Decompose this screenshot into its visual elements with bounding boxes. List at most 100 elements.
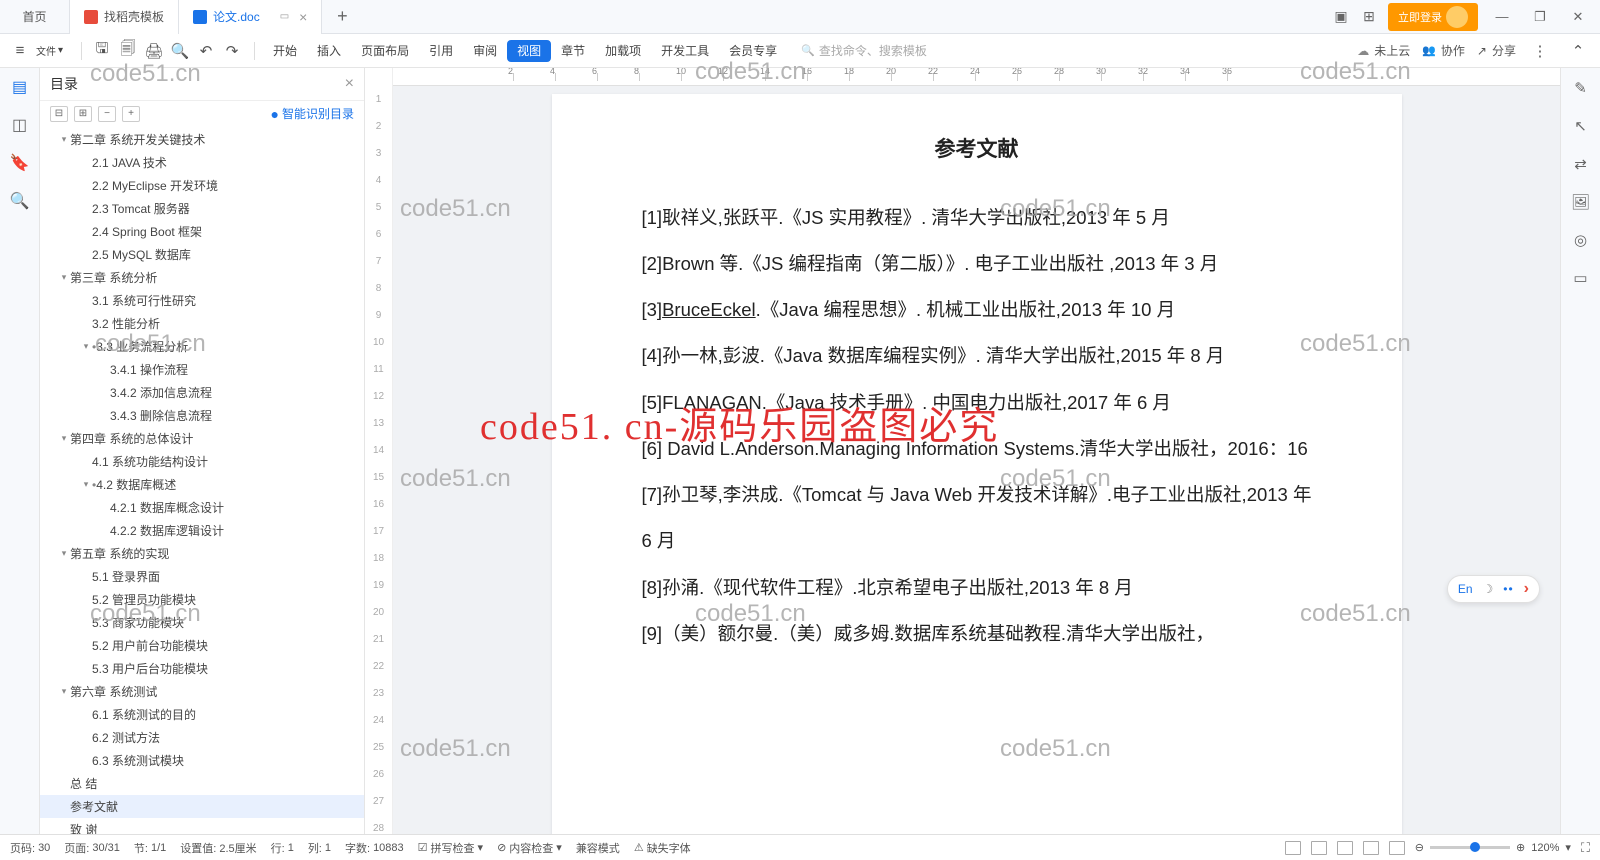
outline-item[interactable]: 3.4.1 操作流程 xyxy=(40,358,364,381)
zoom-slider[interactable] xyxy=(1430,846,1510,849)
outline-item[interactable]: 5.2 用户前台功能模块 xyxy=(40,634,364,657)
outline-minus-btn[interactable]: − xyxy=(98,106,116,122)
tab-dropdown-icon[interactable]: ▭ xyxy=(280,11,289,22)
sb-col[interactable]: 列: 1 xyxy=(308,840,331,856)
next-arrow-icon[interactable]: › xyxy=(1524,580,1529,598)
outline-plus-btn[interactable]: + xyxy=(122,106,140,122)
read-icon[interactable]: ▭ xyxy=(1571,268,1591,288)
outline-tab-icon[interactable]: ▤ xyxy=(9,76,31,98)
tab-document[interactable]: 论文.doc ▭ × xyxy=(179,0,322,34)
sb-missing[interactable]: ⚠ 缺失字体 xyxy=(634,840,691,856)
cloud-status[interactable]: 未上云 xyxy=(1357,42,1410,59)
outline-item[interactable]: 致 谢 xyxy=(40,818,364,834)
sb-page[interactable]: 页码: 30 xyxy=(10,840,50,856)
save-icon[interactable]: 🖫 xyxy=(90,39,114,63)
outline-item[interactable]: 5.3 用户后台功能模块 xyxy=(40,657,364,680)
menu-审阅[interactable]: 审阅 xyxy=(463,34,507,68)
select-icon[interactable]: ↖ xyxy=(1571,116,1591,136)
outline-item[interactable]: 3.4.3 删除信息流程 xyxy=(40,404,364,427)
maximize-button[interactable]: ❐ xyxy=(1526,9,1554,25)
outline-item[interactable]: 6.3 系统测试模块 xyxy=(40,749,364,772)
share-button[interactable]: 分享 xyxy=(1477,42,1516,59)
outline-item[interactable]: 5.1 登录界面 xyxy=(40,565,364,588)
outline-item[interactable]: 6.1 系统测试的目的 xyxy=(40,703,364,726)
menu-页面布局[interactable]: 页面布局 xyxy=(351,34,419,68)
print-icon[interactable]: 🖨 xyxy=(142,39,166,63)
view-mode-5-icon[interactable] xyxy=(1389,841,1405,855)
menu-加载项[interactable]: 加载项 xyxy=(595,34,651,68)
outline-item[interactable]: 3.2 性能分析 xyxy=(40,312,364,335)
chevron-down-icon[interactable]: ▾ xyxy=(58,134,70,145)
sb-set[interactable]: 设置值: 2.5厘米 xyxy=(180,840,256,856)
outline-item[interactable]: 2.4 Spring Boot 框架 xyxy=(40,220,364,243)
chevron-down-icon[interactable]: ▾ xyxy=(80,341,92,352)
search-tab-icon[interactable]: 🔍 xyxy=(9,190,31,212)
outline-item[interactable]: ▾• 4.2 数据库概述 xyxy=(40,473,364,496)
chevron-down-icon[interactable]: ▾ xyxy=(58,433,70,444)
assets-icon[interactable]: 🖼 xyxy=(1571,192,1591,212)
zoom-control[interactable]: ⊖ ⊕ 120% ▾ xyxy=(1415,841,1571,854)
sb-row[interactable]: 行: 1 xyxy=(271,840,294,856)
saveas-icon[interactable]: 🗐 xyxy=(116,39,140,63)
outline-item[interactable]: 4.2.2 数据库逻辑设计 xyxy=(40,519,364,542)
apps-icon[interactable]: ⊞ xyxy=(1360,8,1378,26)
minimize-button[interactable]: — xyxy=(1488,9,1516,24)
menu-会员专享[interactable]: 会员专享 xyxy=(719,34,787,68)
map-icon[interactable]: ◎ xyxy=(1571,230,1591,250)
smart-outline-button[interactable]: 智能识别目录 xyxy=(271,105,354,122)
outline-item[interactable]: 5.2 管理员功能模块 xyxy=(40,588,364,611)
sb-content[interactable]: ⊘ 内容检查 ▾ xyxy=(497,840,562,856)
sb-section[interactable]: 节: 1/1 xyxy=(134,840,166,856)
tab-add-button[interactable]: + xyxy=(322,6,362,27)
preview-icon[interactable]: 🔍 xyxy=(168,39,192,63)
menu-开发工具[interactable]: 开发工具 xyxy=(651,34,719,68)
bookmark-icon[interactable]: 🔖 xyxy=(9,152,31,174)
night-mode-icon[interactable]: ☽ xyxy=(1483,582,1494,596)
outline-item[interactable]: 4.1 系统功能结构设计 xyxy=(40,450,364,473)
outline-item[interactable]: 5.3 商家功能模块 xyxy=(40,611,364,634)
more-dots-icon[interactable]: •• xyxy=(1503,582,1513,596)
tab-template[interactable]: 找稻壳模板 xyxy=(70,0,179,34)
chevron-down-icon[interactable]: ▾ xyxy=(80,479,92,490)
tab-close-icon[interactable]: × xyxy=(299,9,307,25)
outline-expand-btn[interactable]: ⊞ xyxy=(74,106,92,122)
more-icon[interactable]: ⋮ xyxy=(1528,39,1552,63)
menu-引用[interactable]: 引用 xyxy=(419,34,463,68)
chevron-down-icon[interactable]: ▾ xyxy=(58,548,70,559)
view-mode-3-icon[interactable] xyxy=(1337,841,1353,855)
document-area[interactable]: 参考文献 [1]耿祥义,张跃平.《JS 实用教程》. 清华大学出版社,2013 … xyxy=(393,68,1560,834)
fullscreen-icon[interactable]: ⛶ xyxy=(1581,840,1590,856)
outline-item[interactable]: ▾• 3.3 业务流程分析 xyxy=(40,335,364,358)
pen-icon[interactable]: ✎ xyxy=(1571,78,1591,98)
tab-home[interactable]: 首页 xyxy=(0,0,70,34)
outline-item[interactable]: ▾第四章 系统的总体设计 xyxy=(40,427,364,450)
layout-icon[interactable]: ▣ xyxy=(1332,8,1350,26)
zoom-dropdown-icon[interactable]: ▾ xyxy=(1565,841,1571,854)
zoom-out-icon[interactable]: ⊖ xyxy=(1415,841,1424,854)
view-mode-4-icon[interactable] xyxy=(1363,841,1379,855)
outline-close-icon[interactable]: × xyxy=(345,75,354,93)
collab-button[interactable]: 协作 xyxy=(1422,42,1465,59)
outline-item[interactable]: 总 结 xyxy=(40,772,364,795)
login-button[interactable]: 立即登录 xyxy=(1388,3,1478,31)
outline-item[interactable]: 3.4.2 添加信息流程 xyxy=(40,381,364,404)
chevron-down-icon[interactable]: ▾ xyxy=(58,272,70,283)
outline-item[interactable]: ▾第五章 系统的实现 xyxy=(40,542,364,565)
menu-插入[interactable]: 插入 xyxy=(307,34,351,68)
search-input[interactable]: 查找命令、搜索模板 xyxy=(801,42,927,59)
nav-icon[interactable]: ◫ xyxy=(9,114,31,136)
outline-item[interactable]: ▾第三章 系统分析 xyxy=(40,266,364,289)
outline-item[interactable]: ▾第二章 系统开发关键技术 xyxy=(40,128,364,151)
outline-item[interactable]: 2.2 MyEclipse 开发环境 xyxy=(40,174,364,197)
outline-collapse-btn[interactable]: ⊟ xyxy=(50,106,68,122)
close-button[interactable]: ✕ xyxy=(1564,9,1592,25)
outline-list[interactable]: ▾第二章 系统开发关键技术2.1 JAVA 技术2.2 MyEclipse 开发… xyxy=(40,126,364,834)
menu-开始[interactable]: 开始 xyxy=(263,34,307,68)
outline-item[interactable]: 6.2 测试方法 xyxy=(40,726,364,749)
outline-item[interactable]: 2.3 Tomcat 服务器 xyxy=(40,197,364,220)
menu-章节[interactable]: 章节 xyxy=(551,34,595,68)
ruler[interactable] xyxy=(393,68,1560,86)
file-menu[interactable]: 文件▾ xyxy=(34,43,63,58)
view-mode-1-icon[interactable] xyxy=(1285,841,1301,855)
outline-item[interactable]: 2.1 JAVA 技术 xyxy=(40,151,364,174)
